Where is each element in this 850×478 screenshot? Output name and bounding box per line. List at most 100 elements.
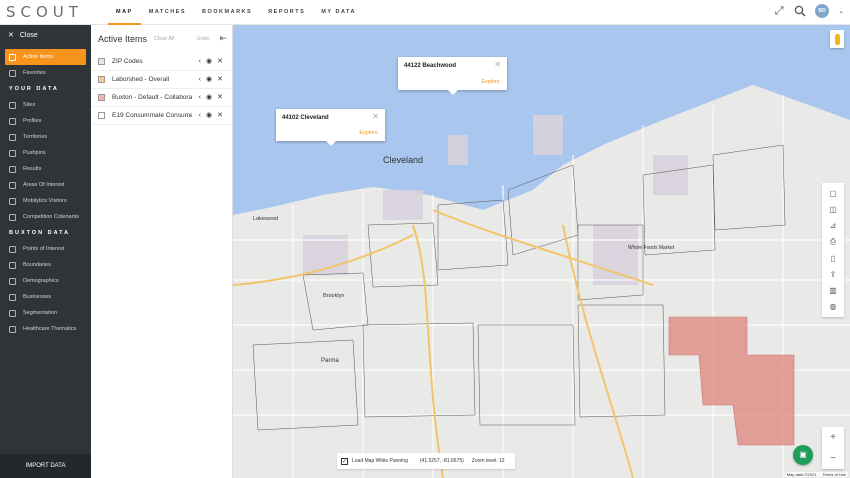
map-label-cleveland: Cleveland [383, 155, 423, 165]
location-icon [9, 245, 16, 253]
user-avatar[interactable]: BD [815, 4, 830, 18]
boundary-icon [9, 261, 16, 269]
zoom-level-readout: Zoom level: 12 [471, 458, 505, 464]
layer-row[interactable]: E19 Consummate Consumers ‹ ◉ ✕ [91, 107, 232, 125]
sidebar-item-pushpins[interactable]: Pushpins [0, 145, 91, 161]
nav-my-data[interactable]: MY DATA [313, 0, 364, 25]
heart-icon [9, 69, 16, 77]
clear-all-button[interactable]: Clear All [154, 36, 174, 42]
sidebar-item-label: Mobilytics Visitors [23, 198, 67, 204]
terms-of-use-link[interactable]: Terms of Use [822, 472, 846, 477]
zoom-in-button[interactable]: + [822, 427, 844, 448]
sidebar-item-points-of-interest[interactable]: Points of Interest [0, 241, 91, 257]
sidebar-item-label: Businesses [23, 294, 52, 300]
eye-icon[interactable]: ◉ [206, 76, 212, 84]
book-icon[interactable]: ▥ [829, 286, 838, 295]
nav-map[interactable]: MAP [108, 0, 141, 25]
sidebar-item-label: Areas Of Interest [23, 182, 65, 188]
sidebar-item-businesses[interactable]: Businesses [0, 289, 91, 305]
import-data-button[interactable]: IMPORT DATA [0, 454, 91, 478]
street-view-pegman-icon[interactable] [830, 30, 844, 48]
chevron-left-icon[interactable]: ‹ [199, 94, 201, 102]
eye-icon[interactable]: ◉ [206, 58, 212, 66]
nav-matches[interactable]: MATCHES [141, 0, 194, 25]
close-icon[interactable]: ✕ [372, 112, 379, 121]
sidebar-item-segmentation[interactable]: Segmentation [0, 305, 91, 321]
sidebar-item-label: Sites [23, 102, 36, 108]
sidebar-item-demographics[interactable]: Demographics [0, 273, 91, 289]
sidebar-item-label: Favorites [23, 70, 46, 76]
sidebar-item-active-items[interactable]: Active Items [5, 49, 86, 65]
chevron-left-icon[interactable]: ‹ [199, 58, 201, 66]
close-icon[interactable]: ✕ [217, 58, 223, 66]
share-icon[interactable]: ⇪ [829, 270, 838, 279]
coordinates-readout: (41.5257, -81.6675) [419, 458, 464, 464]
layer-name: Buxton - Default - Collaboration [112, 94, 192, 101]
chevron-left-icon[interactable]: ‹ [199, 112, 201, 120]
close-sidebar-button[interactable]: ✕ Close [0, 25, 91, 45]
phone-icon [9, 197, 16, 205]
segmentation-icon [9, 309, 16, 317]
close-icon[interactable]: ✕ [494, 60, 501, 69]
sidebar-item-label: Results [23, 166, 42, 172]
search-icon[interactable] [794, 5, 806, 17]
expand-icon[interactable]: ⤢ [773, 5, 785, 17]
layer-name: Laborshed - Overall [112, 76, 170, 83]
load-while-panning-checkbox[interactable]: ✓ [341, 457, 348, 465]
map-label-whole-foods: Whole Foods Market [628, 245, 675, 251]
layer-swatch [98, 94, 105, 101]
sidebar-item-territories[interactable]: Territories [0, 129, 91, 145]
close-icon[interactable]: ✕ [217, 112, 223, 120]
globe-icon[interactable]: ◍ [829, 302, 838, 311]
nav-bookmarks[interactable]: BOOKMARKS [194, 0, 260, 25]
your-data-heading: YOUR DATA [9, 86, 59, 92]
popup-title: 44122 Beachwood [404, 63, 457, 69]
nav-reports[interactable]: REPORTS [260, 0, 313, 25]
chat-button[interactable]: ▣ [793, 445, 813, 465]
zoom-out-button[interactable]: − [822, 448, 844, 469]
layer-swatch [98, 76, 105, 83]
draw-icon[interactable]: ⊿ [829, 221, 838, 230]
building-icon [9, 101, 16, 109]
layer-row[interactable]: ZIP Codes ‹ ◉ ✕ [91, 53, 232, 71]
user-icon [9, 117, 16, 125]
close-icon[interactable]: ✕ [217, 76, 223, 84]
chevron-left-icon[interactable]: ‹ [199, 76, 201, 84]
layer-row[interactable]: Laborshed - Overall ‹ ◉ ✕ [91, 71, 232, 89]
layer-row[interactable]: Buxton - Default - Collaboration ‹ ◉ ✕ [91, 89, 232, 107]
top-navigation-bar: SCOUT MAP MATCHES BOOKMARKS REPORTS MY D… [0, 0, 850, 25]
eye-icon[interactable]: ◉ [206, 94, 212, 102]
sidebar-item-areas-of-interest[interactable]: Areas Of Interest [0, 177, 91, 193]
clipboard-icon[interactable]: ▢ [829, 189, 838, 198]
sidebar-item-label: Segmentation [23, 310, 57, 316]
sidebar-item-healthcare-thematics[interactable]: Healthcare Thematics [0, 321, 91, 337]
sidebar-item-favorites[interactable]: Favorites [0, 65, 91, 81]
explore-link[interactable]: Explore [359, 130, 378, 136]
sidebar-item-label: Boundaries [23, 262, 51, 268]
healthcare-icon [9, 325, 16, 333]
main-nav: MAP MATCHES BOOKMARKS REPORTS MY DATA [108, 0, 364, 25]
eye-icon[interactable]: ◉ [206, 112, 212, 120]
scout-logo[interactable]: SCOUT [6, 3, 83, 21]
sidebar-item-competition-cotenants[interactable]: Competition Cotenants [0, 209, 91, 225]
sidebar-item-boundaries[interactable]: Boundaries [0, 257, 91, 273]
layer-swatch [98, 112, 105, 119]
map-canvas[interactable]: Cleveland Lakewood Brooklyn Parma Whole … [233, 25, 850, 478]
map-attribution: Map data ©2021 Terms of Use [784, 472, 848, 477]
close-label: Close [19, 31, 38, 39]
undo-button[interactable]: Undo [197, 36, 210, 42]
sidebar-item-profiles[interactable]: Profiles [0, 113, 91, 129]
panel-title: Active Items [98, 34, 148, 44]
folder-icon [9, 181, 16, 189]
close-icon[interactable]: ✕ [217, 94, 223, 102]
phone-icon[interactable]: ▯ [829, 254, 838, 263]
bookmark-icon[interactable]: ◫ [829, 205, 838, 214]
print-icon[interactable]: ⎙ [829, 237, 838, 246]
explore-link[interactable]: Explore [481, 79, 500, 85]
sidebar-item-sites[interactable]: Sites [0, 97, 91, 113]
sidebar-item-mobilytics-visitors[interactable]: Mobilytics Visitors [0, 193, 91, 209]
panel-header: Active Items Clear All Undo ⇤ [91, 25, 232, 53]
collapse-panel-icon[interactable]: ⇤ [219, 33, 227, 44]
chevron-down-icon[interactable]: ⌄ [838, 7, 844, 15]
sidebar-item-results[interactable]: Results [0, 161, 91, 177]
